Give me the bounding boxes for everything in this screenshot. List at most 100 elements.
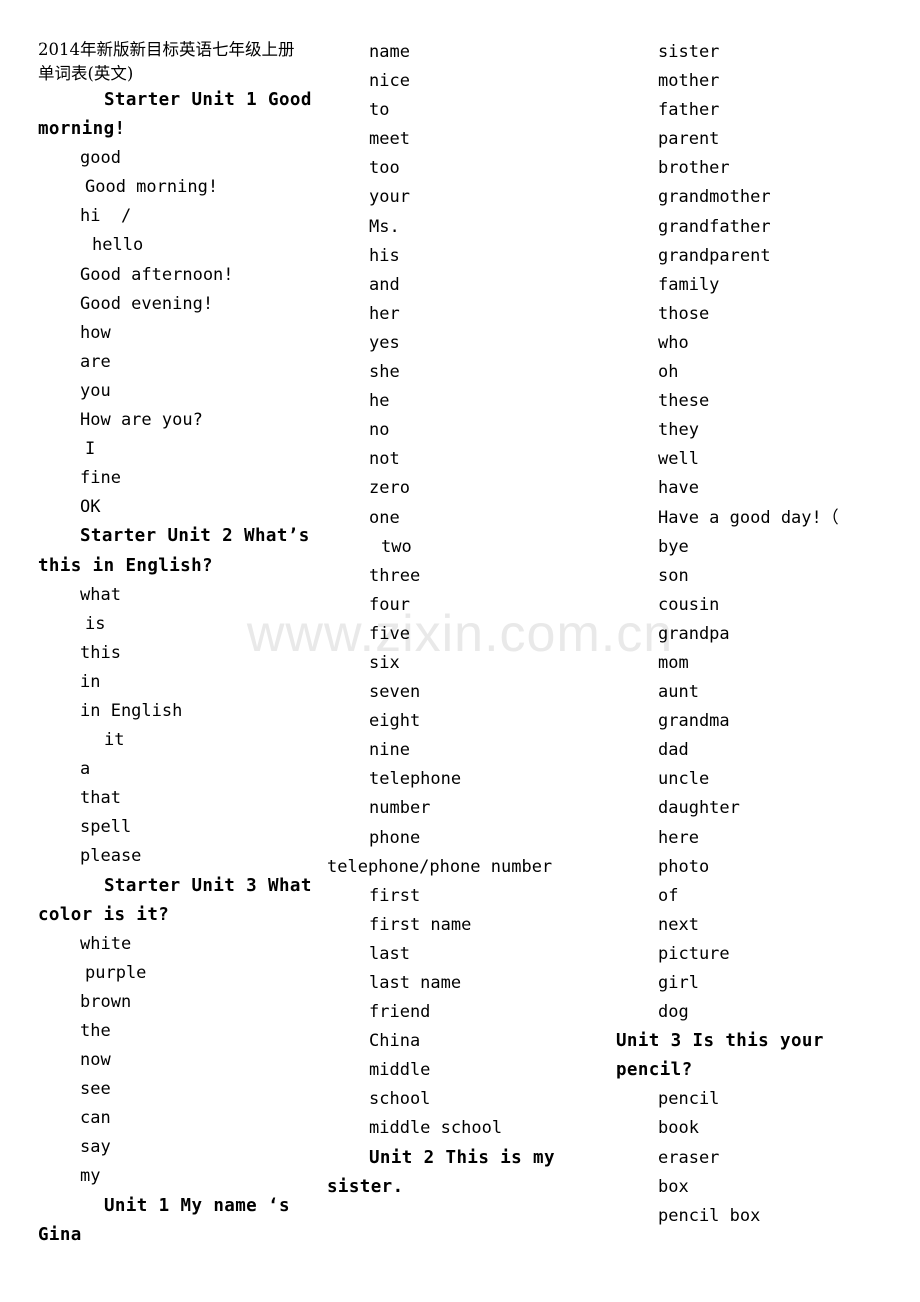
word-entry: telephone [369, 769, 462, 790]
word-column-2: name nice to meet too your Ms. his and her yes she h… [327, 38, 616, 1202]
word-entry: pencil box [658, 1205, 761, 1226]
word-entry: here [658, 827, 699, 848]
word-entry: in [80, 671, 101, 692]
word-entry: a [80, 759, 91, 780]
unit-heading: Starter Unit 2 What’s this in English? [38, 526, 321, 576]
word-entry: one [369, 507, 400, 528]
unit-heading: Unit 3 Is this your pencil? [616, 1031, 835, 1081]
word-entry: to [369, 100, 390, 121]
word-column-3: sister mother father parent brother grandmoth… [616, 38, 905, 1231]
word-entry: pencil [658, 1089, 720, 1110]
word-entry: book [658, 1118, 699, 1139]
word-entry: name [369, 42, 410, 62]
word-entry: fine [80, 468, 121, 489]
word-entry: grandfather [658, 216, 771, 237]
word-entry: eraser [658, 1147, 720, 1168]
word-entry: sister [658, 42, 720, 62]
word-entry: Good morning! [85, 177, 219, 198]
word-entry: aunt [658, 682, 699, 703]
word-entry: picture [658, 943, 730, 964]
word-entry: mom [658, 652, 689, 673]
word-entry: nice [369, 71, 410, 92]
word-entry: yes [369, 332, 400, 353]
word-entry: you [80, 380, 111, 401]
word-entry: photo [658, 856, 710, 877]
word-entry: brother [658, 158, 730, 179]
word-entry: his [369, 245, 400, 266]
word-entry: family [658, 274, 720, 295]
word-entry: purple [85, 962, 147, 983]
word-entry: her [369, 303, 400, 324]
word-entry: uncle [658, 769, 710, 790]
word-entry: Good evening! [80, 293, 214, 314]
word-entry: father [658, 100, 720, 121]
word-entry: he [369, 391, 390, 412]
word-entry: how [80, 322, 111, 343]
word-entry: two [381, 536, 412, 557]
word-entry: Ms. [369, 216, 400, 237]
word-entry: China [369, 1031, 421, 1052]
word-entry: parent [658, 129, 720, 150]
unit-heading: Unit 1 My name ‘s Gina [38, 1195, 301, 1245]
word-entry: telephone/phone number [327, 856, 553, 877]
word-entry: white [80, 933, 132, 954]
word-entry: middle school [369, 1118, 503, 1139]
word-entry: are [80, 351, 111, 372]
word-entry: first name [369, 914, 472, 935]
word-entry: those [658, 303, 710, 324]
word-entry: mother [658, 71, 720, 92]
word-entry: grandma [658, 711, 730, 732]
word-entry: the [80, 1021, 111, 1041]
word-entry: hi / [80, 206, 132, 227]
word-entry: grandmother [658, 187, 771, 208]
word-entry: too [369, 158, 400, 179]
word-entry: good [80, 148, 121, 169]
word-entry: and [369, 274, 400, 295]
word-entry: this [80, 642, 121, 663]
unit-heading: Starter Unit 3 What color is it? [38, 875, 323, 925]
word-entry: daughter [658, 798, 740, 819]
word-entry: can [80, 1108, 111, 1129]
word-entry: seven [369, 682, 421, 703]
word-entry: Have a good day!（ [658, 507, 839, 528]
word-entry: these [658, 391, 710, 412]
word-entry: she [369, 362, 400, 383]
word-entry: now [80, 1050, 111, 1071]
document-page: 2014年新版新目标英语七年级上册 单词表(英文) Starter Unit 1… [0, 0, 920, 1302]
word-entry: box [658, 1176, 689, 1197]
word-entry: cousin [658, 594, 720, 615]
word-entry: brown [80, 991, 132, 1012]
word-entry: nine [369, 740, 410, 761]
word-entry: dad [658, 740, 689, 761]
word-entry: Good afternoon! [80, 264, 234, 285]
word-list-columns: Starter Unit 1 Good morning! good Good mor… [38, 38, 904, 1250]
word-entry: last [369, 943, 410, 964]
word-entry: three [369, 565, 421, 586]
word-entry: see [80, 1079, 111, 1100]
word-entry: not [369, 449, 400, 470]
word-entry: How are you? [80, 410, 203, 431]
word-entry: well [658, 449, 699, 470]
word-entry: of [658, 885, 679, 906]
word-entry: your [369, 187, 410, 208]
word-entry: say [80, 1137, 111, 1158]
word-entry: my [80, 1166, 101, 1187]
word-entry: it [104, 730, 125, 751]
word-entry: in English [80, 700, 183, 721]
word-entry: please [80, 846, 142, 867]
word-entry: zero [369, 478, 410, 499]
unit-heading: Starter Unit 1 Good morning! [38, 90, 323, 140]
word-entry: they [658, 420, 699, 441]
word-entry: next [658, 914, 699, 935]
word-entry: OK [80, 497, 101, 518]
word-column-1: Starter Unit 1 Good morning! good Good mor… [38, 38, 327, 1250]
word-entry: grandpa [658, 623, 730, 644]
word-entry: dog [658, 1002, 689, 1023]
word-entry: five [369, 623, 410, 644]
word-entry: number [369, 798, 431, 819]
word-entry: meet [369, 129, 410, 150]
word-entry: friend [369, 1002, 431, 1023]
word-entry: first [369, 885, 421, 906]
word-entry: I [85, 439, 96, 460]
word-entry: eight [369, 711, 421, 732]
